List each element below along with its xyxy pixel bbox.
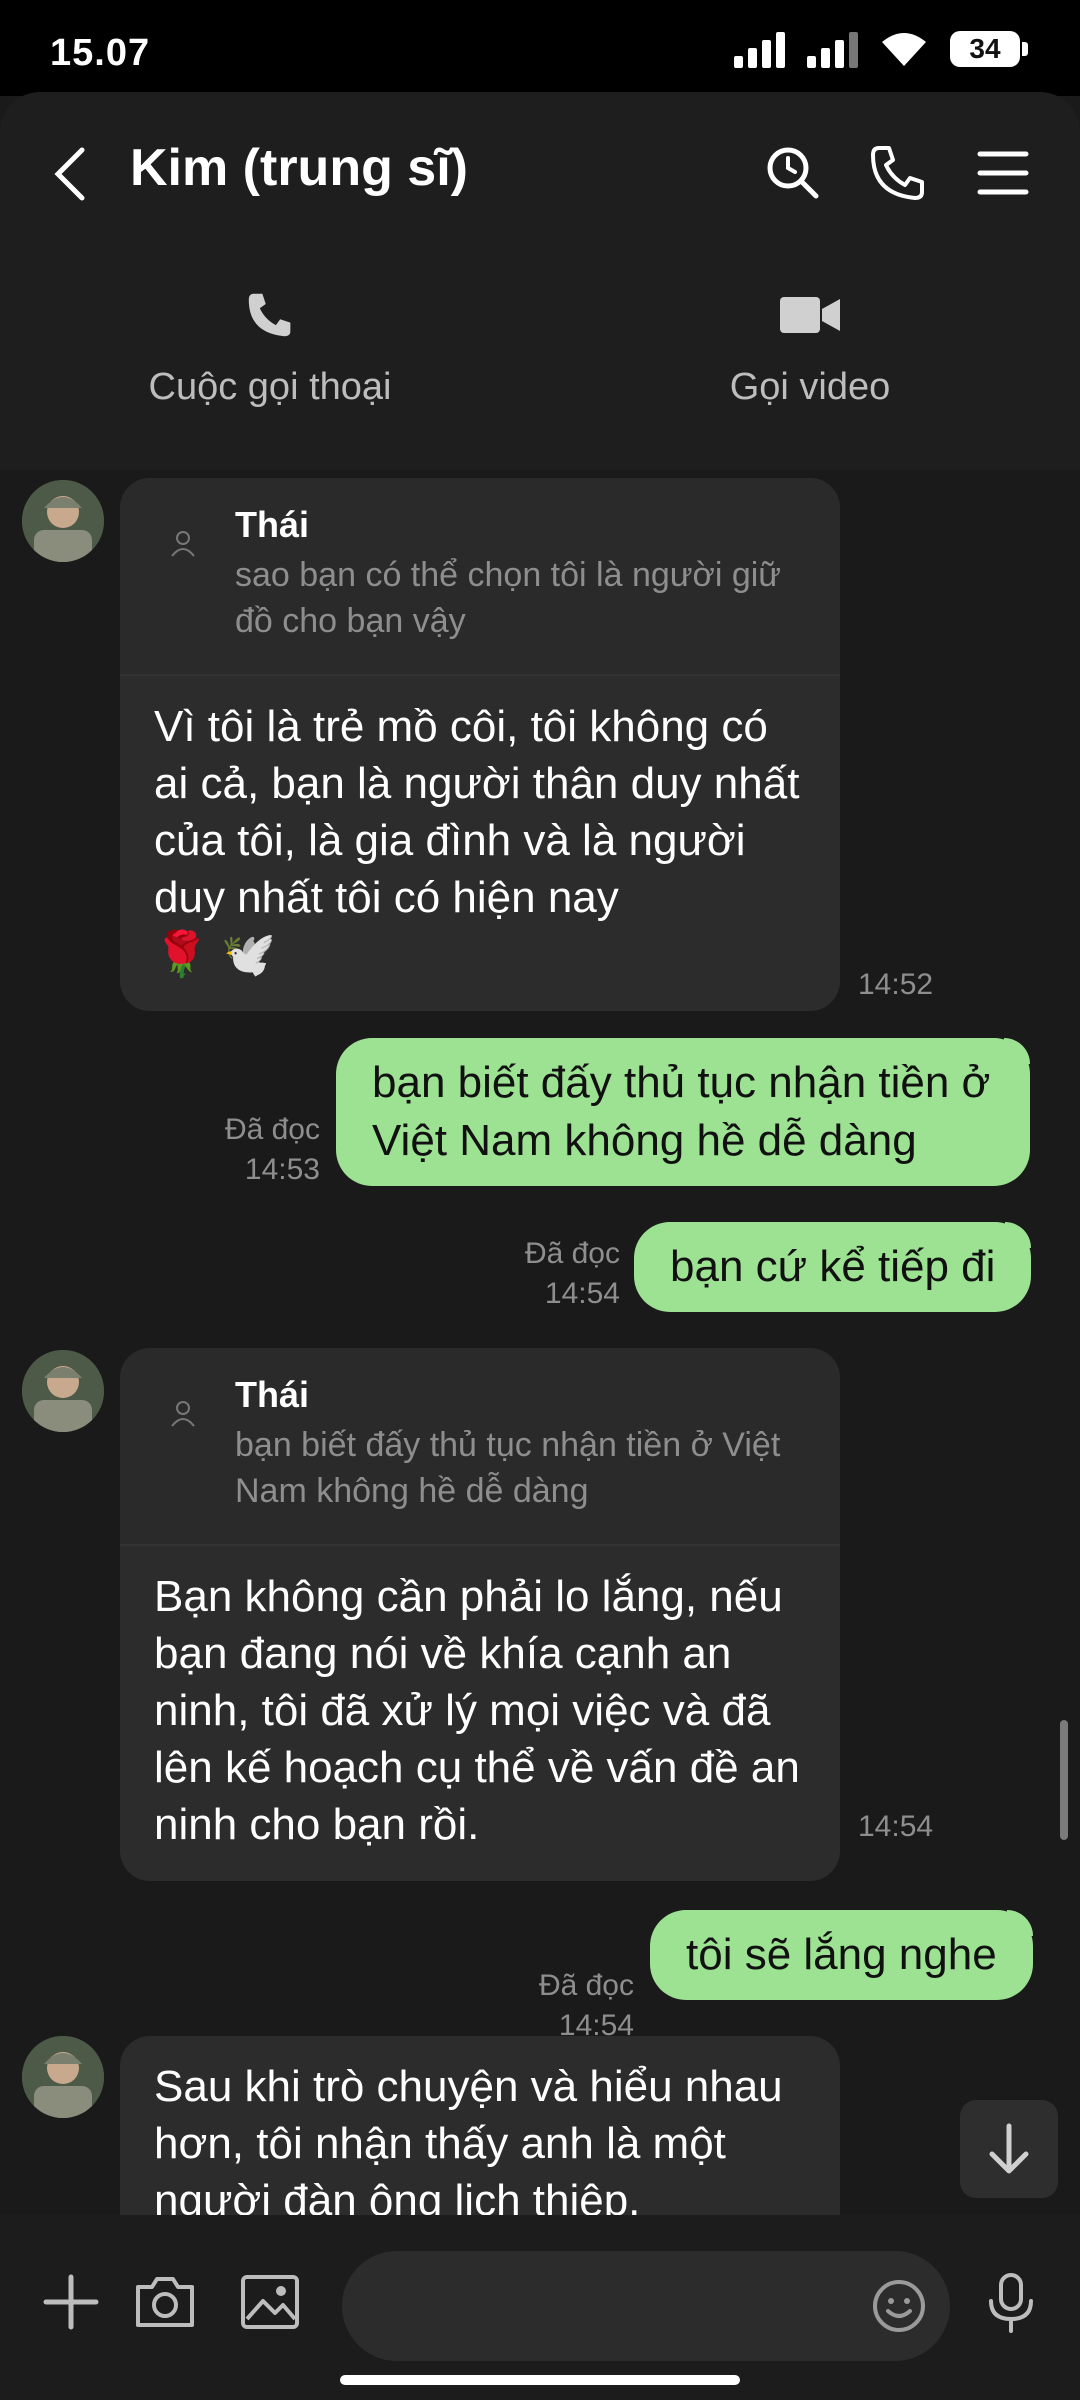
back-icon[interactable] — [48, 144, 98, 204]
arrow-down-icon — [989, 2123, 1029, 2174]
message-bubble-outgoing[interactable]: bạn cứ kể tiếp đi — [634, 1222, 1032, 1312]
status-time: 15.07 — [50, 32, 151, 74]
user-icon — [171, 531, 195, 557]
mic-icon[interactable] — [976, 2267, 1046, 2337]
reply-sender: Thái — [235, 504, 310, 545]
battery-icon: 34 — [950, 31, 1028, 67]
add-icon[interactable] — [36, 2267, 106, 2337]
chat-messages[interactable]: Thái sao bạn có thể chọn tôi là người gi… — [0, 470, 1080, 2215]
wifi-icon — [882, 33, 926, 66]
home-indicator[interactable] — [340, 2375, 740, 2385]
message-bubble-incoming[interactable]: Sau khi trò chuyện và hiểu nhau hơn, tôi… — [120, 2036, 840, 2215]
menu-icon[interactable] — [970, 140, 1036, 206]
quoted-reply[interactable]: Thái bạn biết đấy thủ tục nhận tiền ở Vi… — [120, 1348, 840, 1546]
chat-title: Kim (trung sĩ) — [130, 139, 468, 197]
status-bar: 15.07 34 — [0, 0, 1080, 96]
signal-icon — [734, 30, 785, 68]
video-camera-icon — [780, 297, 840, 333]
phone-fill-icon — [248, 293, 291, 337]
message-time: 14:52 — [858, 968, 934, 1001]
status-icons: 34 — [734, 30, 1028, 68]
search-icon[interactable] — [760, 140, 826, 206]
camera-icon[interactable] — [130, 2267, 200, 2337]
message-text: Vì tôi là trẻ mồ côi, tôi không có ai cả… — [154, 702, 800, 979]
voice-call-label: Cuộc gọi thoại — [148, 366, 392, 408]
video-call-label: Gọi video — [729, 366, 891, 408]
message-bubble-outgoing[interactable]: tôi sẽ lắng nghe — [650, 1910, 1033, 2000]
user-icon — [171, 1401, 195, 1427]
message-text: Sau khi trò chuyện và hiểu nhau hơn, tôi… — [154, 2062, 783, 2215]
read-receipt: Đã đọc 14:54 — [524, 1237, 620, 1310]
reply-text: bạn biết đấy thủ tục nhận tiền ở Việt Na… — [235, 1426, 781, 1510]
quoted-reply[interactable]: Thái sao bạn có thể chọn tôi là người gi… — [120, 478, 840, 676]
image-icon[interactable] — [235, 2267, 305, 2337]
message-bubble-incoming[interactable]: Thái sao bạn có thể chọn tôi là người gi… — [120, 478, 840, 1011]
scroll-to-bottom-button[interactable] — [960, 2100, 1058, 2198]
message-composer — [0, 2215, 1080, 2400]
video-call-button[interactable]: Gọi video — [610, 287, 1010, 409]
avatar[interactable] — [22, 2036, 104, 2118]
emoji-icon[interactable] — [870, 2277, 928, 2335]
message-input[interactable] — [382, 2251, 866, 2363]
avatar[interactable] — [22, 480, 104, 562]
signal-2-icon — [807, 30, 858, 68]
message-input-box[interactable] — [342, 2251, 950, 2363]
message-time: 14:54 — [858, 1810, 934, 1843]
scrollbar[interactable] — [1060, 1720, 1068, 1840]
read-receipt: Đã đọc 14:54 — [538, 1969, 634, 2042]
avatar[interactable] — [22, 1350, 104, 1432]
voice-call-button[interactable]: Cuộc gọi thoại — [70, 287, 470, 409]
read-receipt: Đã đọc 14:53 — [224, 1113, 320, 1186]
reply-text: sao bạn có thể chọn tôi là người giữ đồ … — [235, 556, 782, 640]
message-bubble-outgoing[interactable]: bạn biết đấy thủ tục nhận tiền ở Việt Na… — [336, 1038, 1030, 1186]
message-bubble-incoming[interactable]: Thái bạn biết đấy thủ tục nhận tiền ở Vi… — [120, 1348, 840, 1881]
rose-dove-emoji: 🌹 🕊️ — [154, 930, 276, 979]
phone-icon[interactable] — [865, 140, 931, 206]
message-text: Bạn không cần phải lo lắng, nếu bạn đang… — [154, 1572, 800, 1849]
reply-sender: Thái — [235, 1374, 310, 1415]
chat-header: Kim (trung sĩ) Cuộc gọi thoại Gọi video — [0, 92, 1080, 470]
